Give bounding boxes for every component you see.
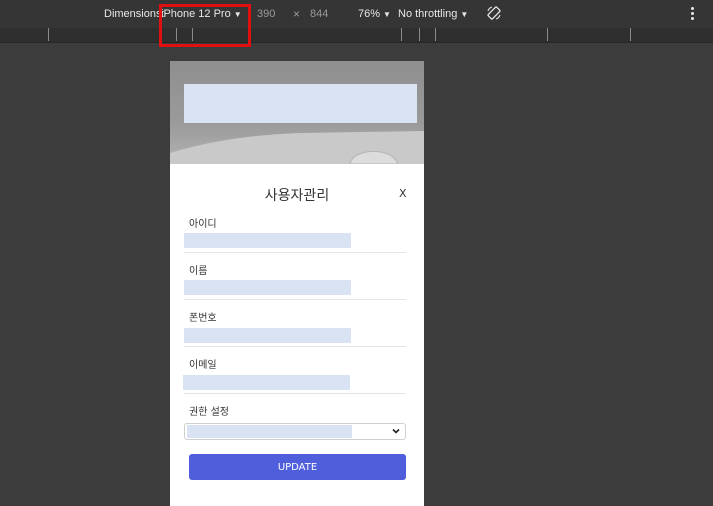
zoom-selector[interactable]: 76% ▼ [358, 8, 391, 20]
divider [184, 252, 406, 253]
permission-value [187, 425, 352, 438]
height-input[interactable]: 844 [310, 8, 328, 20]
update-button[interactable]: UPDATE [189, 454, 406, 480]
zoom-caret-icon: ▼ [383, 10, 391, 19]
user-id-input[interactable] [184, 233, 351, 248]
close-button[interactable]: X [399, 187, 407, 200]
highlight-annotation [159, 4, 251, 47]
throttling-value: No throttling [398, 8, 458, 20]
modal-title: 사용자관리 [264, 188, 330, 204]
more-options-icon[interactable] [691, 7, 694, 22]
divider [184, 393, 406, 394]
email-input[interactable] [183, 375, 350, 390]
hero-image [170, 131, 424, 164]
times-icon: × [293, 7, 301, 21]
email-label: 이메일 [189, 360, 217, 371]
phone-label: 폰번호 [189, 313, 217, 324]
zoom-value: 76% [358, 8, 381, 20]
rotate-icon[interactable] [486, 5, 502, 24]
chevron-down-icon [392, 428, 400, 434]
name-label: 이름 [189, 266, 208, 277]
media-query-ruler [0, 28, 713, 43]
throttling-caret-icon: ▼ [460, 10, 469, 19]
hero-banner [170, 61, 424, 164]
device-viewport: 사용자관리 X 아이디 이름 폰번호 이메일 권한 설정 UPDATE [170, 61, 424, 506]
name-input[interactable] [184, 280, 351, 295]
permission-select[interactable] [184, 423, 406, 440]
divider [184, 346, 406, 347]
user-id-label: 아이디 [189, 219, 217, 230]
width-input[interactable]: 390 [257, 8, 275, 20]
devtools-toolbar: Dimensions: iPhone 12 Pro ▼ 390 × 844 76%… [0, 0, 713, 28]
hero-placeholder [184, 84, 417, 123]
divider [184, 299, 406, 300]
dimensions-label: Dimensions: [104, 8, 165, 20]
permission-label: 권한 설정 [189, 407, 229, 418]
phone-input[interactable] [184, 328, 351, 343]
throttling-selector[interactable]: No throttling ▼ [398, 8, 468, 20]
